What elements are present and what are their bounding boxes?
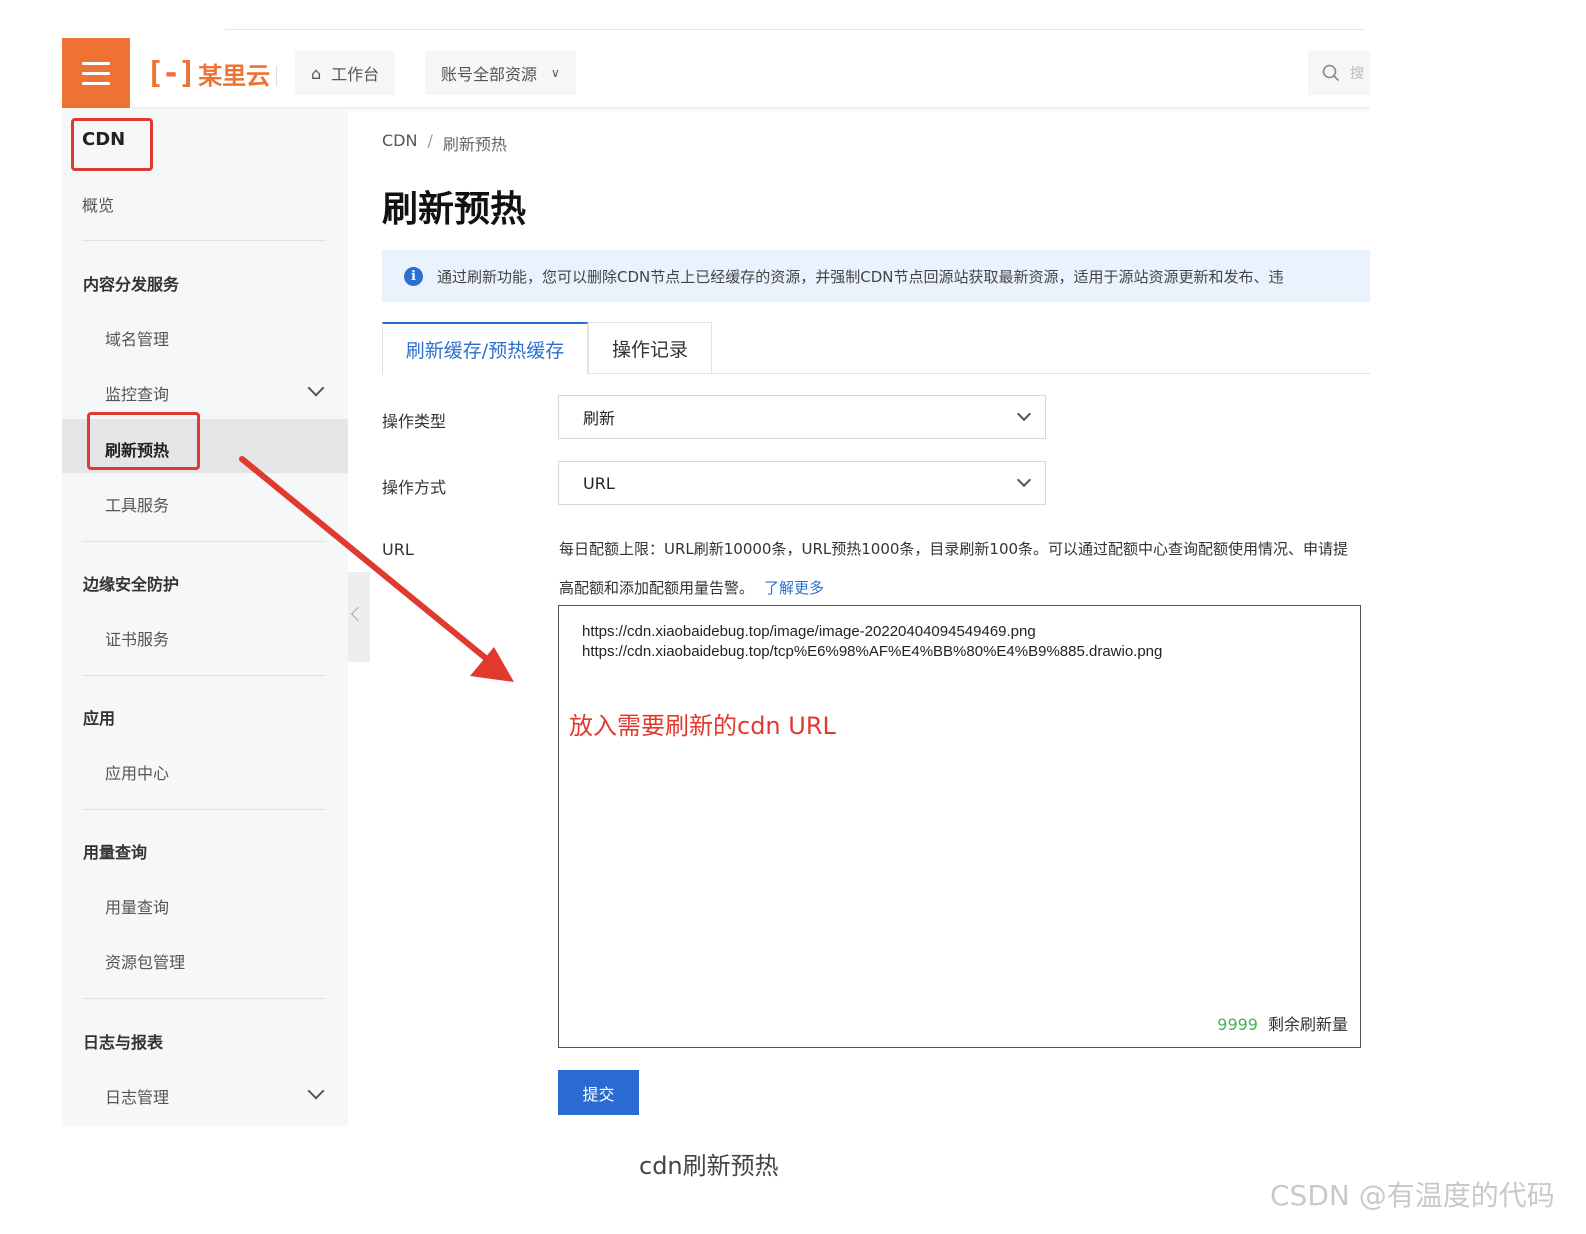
submit-button[interactable]: 提交 [558, 1070, 639, 1115]
sidebar-group-apps: 应用 [83, 709, 116, 728]
remaining-count: 9999 [1217, 1015, 1258, 1034]
sidebar-group-logs: 日志与报表 [83, 1033, 164, 1052]
sidebar-item-domain[interactable]: 域名管理 [105, 326, 169, 350]
page-title: 刷新预热 [382, 189, 527, 230]
workbench-button[interactable]: ⌂ 工作台 [295, 51, 396, 95]
sidebar-item-monitor[interactable]: 监控查询 [105, 381, 169, 405]
sidebar-group-edge-security: 边缘安全防护 [83, 575, 180, 594]
op-method-value: URL [583, 473, 615, 493]
remaining-counter: 9999 剩余刷新量 [1217, 1011, 1348, 1035]
sidebar-item-overview[interactable]: 概览 [82, 192, 114, 216]
highlight-box-cdn [71, 118, 153, 171]
tab-refresh-prefetch[interactable]: 刷新缓存/预热缓存 [382, 322, 588, 375]
hamburger-menu-button[interactable] [62, 38, 130, 108]
sidebar-collapse-handle[interactable] [348, 572, 370, 662]
logo-text: 某里云 [198, 61, 271, 90]
chevron-down-icon[interactable] [307, 379, 325, 397]
breadcrumb-current: 刷新预热 [442, 135, 507, 154]
tab-bar: 刷新缓存/预热缓存 操作记录 [382, 322, 1370, 375]
sidebar-group-content-delivery: 内容分发服务 [83, 275, 180, 294]
brand-logo[interactable]: [-] 某里云 [146, 55, 271, 91]
chevron-down-icon [1016, 406, 1032, 422]
home-icon: ⌂ [311, 63, 322, 83]
sidebar-item-cert[interactable]: 证书服务 [105, 626, 169, 650]
divider [276, 66, 277, 86]
quota-text: 每日配额上限：URL刷新10000条，URL预热1000条，目录刷新100条。可… [559, 540, 1349, 597]
search-icon [1322, 64, 1340, 82]
sidebar-item-packages[interactable]: 资源包管理 [105, 949, 185, 973]
logo-bracket: [-] [146, 55, 196, 91]
chevron-down-icon: ∨ [551, 66, 560, 80]
figure-caption: cdn刷新预热 [639, 1152, 779, 1180]
url-label: URL [382, 540, 414, 559]
menu-icon [82, 62, 110, 65]
remaining-label: 剩余刷新量 [1267, 1015, 1348, 1034]
url-line: https://cdn.xiaobaidebug.top/image/image… [582, 623, 1036, 640]
resources-label: 账号全部资源 [441, 65, 538, 84]
sidebar: CDN 概览 内容分发服务 域名管理 监控查询 刷新预热 工具服务 边缘安全防护… [62, 109, 348, 1126]
op-type-label: 操作类型 [382, 412, 447, 431]
url-line: https://cdn.xiaobaidebug.top/tcp%E6%98%A… [582, 643, 1163, 660]
top-navbar: [-] 某里云 ⌂ 工作台 账号全部资源 ∨ 搜 [62, 38, 1370, 108]
search-placeholder: 搜 [1350, 66, 1364, 82]
highlight-box-refresh [87, 412, 200, 470]
chevron-left-icon [350, 606, 366, 622]
resources-dropdown[interactable]: 账号全部资源 ∨ [425, 51, 576, 95]
search-input[interactable]: 搜 [1308, 51, 1370, 95]
console-screenshot: [-] 某里云 ⌂ 工作台 账号全部资源 ∨ 搜 CDN 概览 内容分发服务 域… [62, 30, 1370, 1126]
chevron-down-icon[interactable] [307, 1082, 325, 1100]
sidebar-item-usage-query[interactable]: 用量查询 [105, 894, 169, 918]
sidebar-item-app-center[interactable]: 应用中心 [105, 760, 169, 784]
learn-more-link[interactable]: 了解更多 [764, 579, 824, 597]
op-method-select[interactable]: URL [558, 461, 1046, 505]
op-method-label: 操作方式 [382, 478, 447, 497]
op-type-select[interactable]: 刷新 [558, 395, 1046, 439]
chevron-down-icon [1016, 472, 1032, 488]
op-type-value: 刷新 [583, 409, 616, 428]
breadcrumb: CDN / 刷新预热 [382, 131, 507, 155]
breadcrumb-root[interactable]: CDN [382, 131, 417, 155]
annotation-text: 放入需要刷新的cdn URL [569, 712, 836, 740]
info-icon: i [404, 266, 423, 286]
info-notice: i 通过刷新功能，您可以删除CDN节点上已经缓存的资源，并强制CDN节点回源站获… [382, 250, 1370, 302]
sidebar-item-tools[interactable]: 工具服务 [105, 492, 169, 516]
quota-description: 每日配额上限：URL刷新10000条，URL预热1000条，目录刷新100条。可… [559, 530, 1349, 608]
workbench-label: 工作台 [331, 65, 380, 84]
watermark: CSDN @有温度的代码 [1270, 1179, 1555, 1212]
sidebar-item-log-mgmt[interactable]: 日志管理 [105, 1084, 169, 1108]
url-textarea[interactable]: https://cdn.xiaobaidebug.top/image/image… [558, 605, 1361, 1048]
notice-text: 通过刷新功能，您可以删除CDN节点上已经缓存的资源，并强制CDN节点回源站获取最… [437, 267, 1284, 286]
tab-operation-log[interactable]: 操作记录 [588, 322, 712, 374]
sidebar-group-usage: 用量查询 [83, 843, 148, 862]
